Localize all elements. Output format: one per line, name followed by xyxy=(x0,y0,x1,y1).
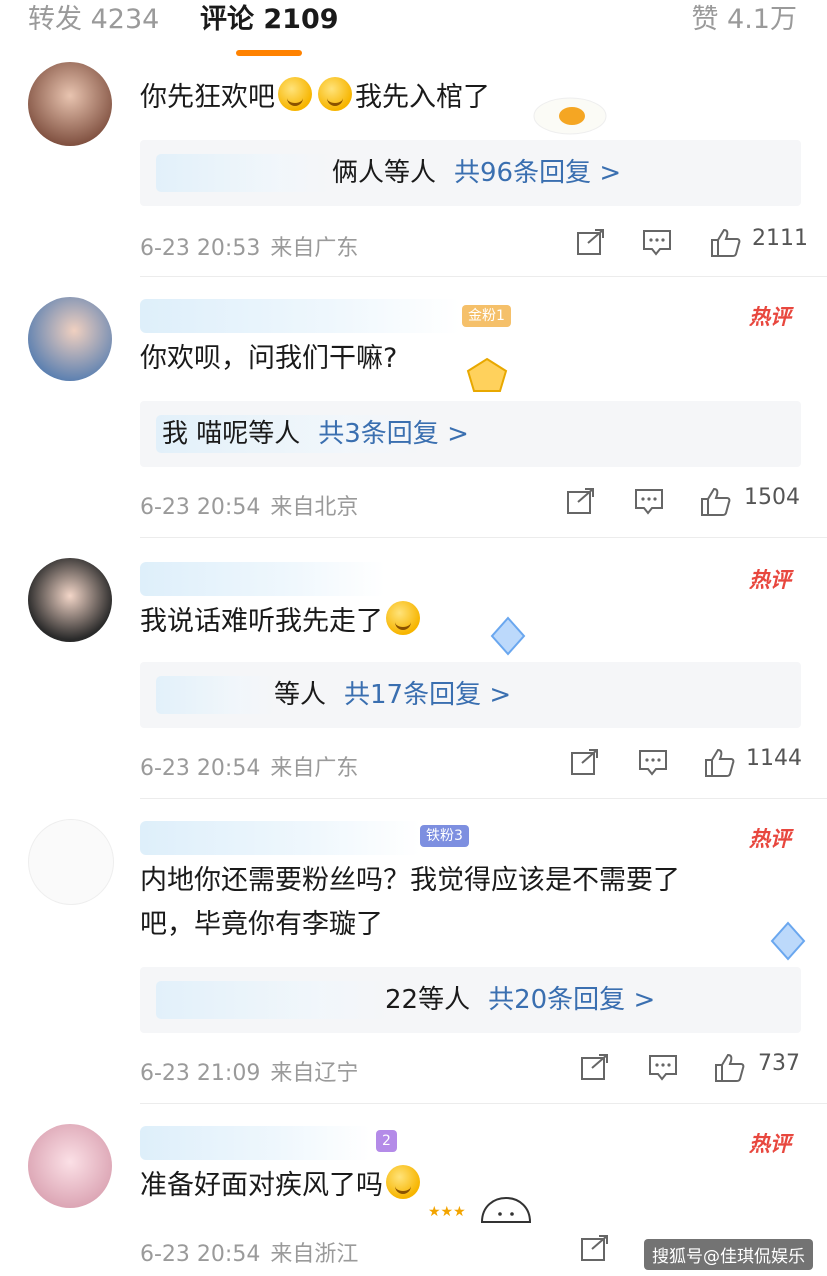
reply-count-link[interactable]: 共3条回复 > xyxy=(318,419,469,449)
comment-text: 内地你还需要粉丝吗？我觉得应该是不需要了 xyxy=(140,865,680,896)
comment-actions: 1144 xyxy=(570,746,806,778)
like-icon[interactable] xyxy=(710,228,742,258)
comment-text: 你先狂欢吧 我先入棺了 xyxy=(140,76,490,120)
reply-count-link[interactable]: 共17条回复 > xyxy=(344,680,511,710)
comment-actions: 1504 xyxy=(566,485,806,517)
comment-icon[interactable] xyxy=(634,487,664,515)
share-icon[interactable] xyxy=(570,748,600,776)
hugging-emoji-icon xyxy=(318,77,352,111)
reply-count-link[interactable]: 共20条回复 > xyxy=(488,985,655,1015)
masked-username xyxy=(156,154,331,192)
like-count: 1144 xyxy=(746,746,802,771)
comment-actions: 2111 xyxy=(576,226,808,258)
reply-summary: 22等人 共20条回复 > xyxy=(385,985,656,1015)
like-count: 1504 xyxy=(744,485,800,510)
comment-meta: 6-23 20:54 来自北京 xyxy=(140,495,359,520)
reply-preview[interactable]: 22等人 共20条回复 > xyxy=(140,967,801,1033)
diamond-badge-icon xyxy=(490,616,526,656)
masked-username xyxy=(156,981,391,1019)
reply-preview[interactable]: 俩人等人 共96条回复 > xyxy=(140,140,801,206)
share-icon[interactable] xyxy=(566,487,596,515)
like-icon[interactable] xyxy=(700,487,732,517)
avatar[interactable] xyxy=(28,62,112,146)
sunglasses-emoji-icon xyxy=(386,601,420,635)
avatar[interactable] xyxy=(28,819,114,905)
tongue-emoji-icon xyxy=(386,1165,420,1199)
comment-actions: 737 xyxy=(580,1051,806,1083)
tab-likes[interactable]: 赞 4.1万 xyxy=(691,0,797,40)
avatar[interactable] xyxy=(28,1124,112,1208)
stars-badge-icon: ★★★ xyxy=(428,1196,532,1223)
like-icon[interactable] xyxy=(704,748,736,778)
reply-summary: 等人 共17条回复 > xyxy=(274,680,512,710)
comment-item: 铁粉3 热评 内地你还需要粉丝吗？我觉得应该是不需要了 吧，毕竟你有李璇了 22… xyxy=(0,799,827,1103)
comment-icon[interactable] xyxy=(648,1053,678,1081)
reply-count-link[interactable]: 共96条回复 > xyxy=(454,158,621,188)
comment-meta: 6-23 20:54 来自浙江 xyxy=(140,1242,359,1267)
comment-icon[interactable] xyxy=(642,228,672,256)
like-count: 737 xyxy=(758,1051,800,1076)
fan-badge: 铁粉3 xyxy=(420,825,469,847)
hugging-emoji-icon xyxy=(278,77,312,111)
comment-text: 你欢呗，问我们干嘛? xyxy=(140,343,398,374)
hot-comment-tag: 热评 xyxy=(749,827,791,851)
comment-text: 准备好面对疾风了吗 xyxy=(140,1164,423,1208)
hot-comment-tag: 热评 xyxy=(749,568,791,592)
tab-comments[interactable]: 评论 2109 xyxy=(200,0,339,40)
reply-summary: 俩人等人 共96条回复 > xyxy=(332,158,622,188)
fried-egg-icon xyxy=(533,97,607,135)
masked-username xyxy=(140,562,385,596)
reply-preview[interactable]: 等人 共17条回复 > xyxy=(140,662,801,728)
hot-comment-tag: 热评 xyxy=(749,305,791,329)
diamond-badge-icon xyxy=(770,921,806,961)
masked-username xyxy=(140,821,420,855)
masked-username xyxy=(156,676,276,714)
hot-comment-tag: 热评 xyxy=(749,1132,791,1156)
comment-text: 我说话难听我先走了 xyxy=(140,600,423,644)
comment-icon[interactable] xyxy=(638,748,668,776)
comment-item: 热评 我说话难听我先走了 等人 共17条回复 > 6-23 20:54 来自广东 1… xyxy=(0,538,827,798)
fan-badge: 2 xyxy=(376,1130,397,1152)
share-icon[interactable] xyxy=(580,1234,610,1262)
like-icon[interactable] xyxy=(714,1053,746,1083)
masked-username xyxy=(140,299,460,333)
comment-item: 金粉1 热评 你欢呗，问我们干嘛? 我 喵呢等人 共3条回复 > 6-23 20:… xyxy=(0,277,827,537)
avatar[interactable] xyxy=(28,297,112,381)
comment-item: 你先狂欢吧 我先入棺了 俩人等人 共96条回复 > 6-23 20:53 来自广东 2… xyxy=(0,40,827,276)
share-icon[interactable] xyxy=(580,1053,610,1081)
like-count: 2111 xyxy=(752,226,808,251)
reply-summary: 我 喵呢等人 共3条回复 > xyxy=(162,419,469,449)
avatar[interactable] xyxy=(28,558,112,642)
comment-text-line2: 吧，毕竟你有李璇了 xyxy=(140,909,383,940)
reply-preview[interactable]: 我 喵呢等人 共3条回复 > xyxy=(140,401,801,467)
fan-badge: 金粉1 xyxy=(462,305,511,327)
masked-username xyxy=(140,1126,370,1160)
comment-meta: 6-23 21:09 来自辽宁 xyxy=(140,1061,359,1086)
svg-text:★★★: ★★★ xyxy=(428,1204,466,1220)
tab-repost[interactable]: 转发 4234 xyxy=(28,0,159,40)
comment-meta: 6-23 20:53 来自广东 xyxy=(140,236,359,261)
share-icon[interactable] xyxy=(576,228,606,256)
watermark: 搜狐号@佳琪侃娱乐 xyxy=(644,1239,813,1270)
gold-badge-icon xyxy=(466,357,508,392)
comment-meta: 6-23 20:54 来自广东 xyxy=(140,756,359,781)
